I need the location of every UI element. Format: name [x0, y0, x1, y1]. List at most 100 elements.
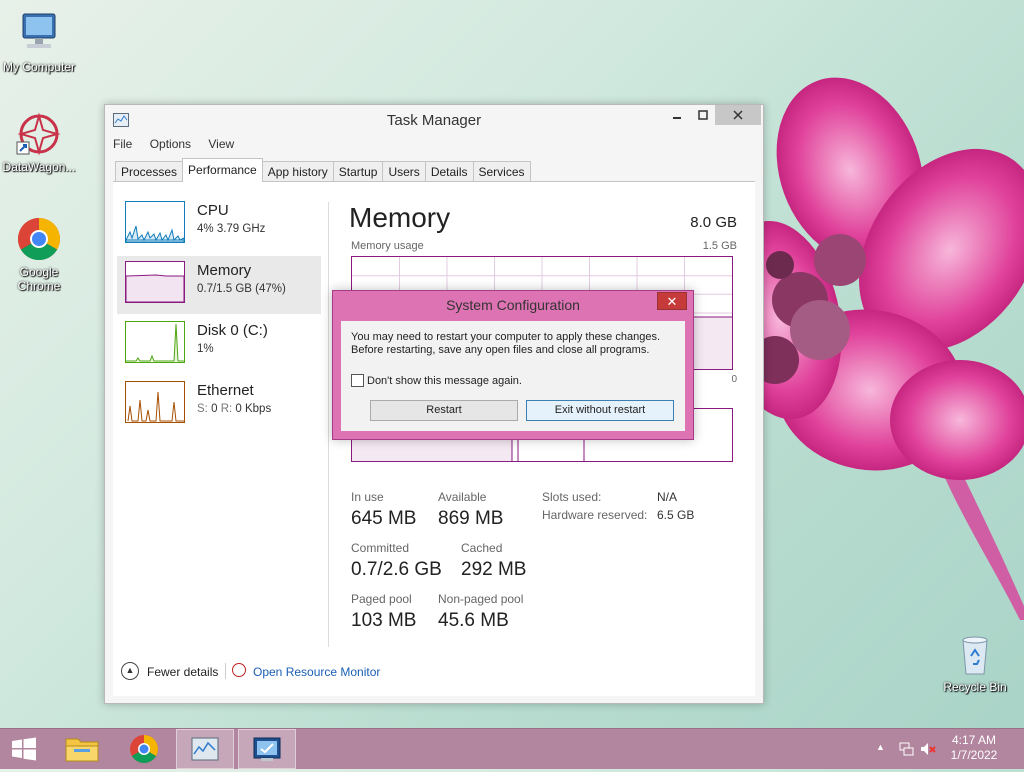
taskbar-task-manager[interactable] — [176, 729, 234, 769]
perf-name: Memory — [197, 262, 252, 279]
perf-item-disk[interactable]: Disk 0 (C:) 1% — [117, 316, 321, 374]
desktop-icon-my-computer[interactable]: My Computer — [0, 10, 78, 74]
menu-file[interactable]: File — [113, 137, 132, 151]
perf-name: Ethernet — [197, 382, 254, 399]
dont-show-again-checkbox[interactable] — [351, 374, 364, 387]
desktop-icon-label: Google Chrome — [17, 265, 61, 293]
taskbar-chrome[interactable] — [116, 729, 172, 769]
clock[interactable]: 4:17 AM 1/7/2022 — [944, 733, 1004, 763]
perf-value: 1% — [197, 343, 214, 355]
panel-divider[interactable] — [328, 202, 329, 647]
start-button[interactable] — [0, 729, 48, 769]
fewer-details-link[interactable]: Fewer details — [147, 665, 218, 679]
taskbar: ▲ 4:17 AM 1/7/2022 — [0, 728, 1024, 769]
footer-separator — [225, 663, 226, 679]
volume-muted-icon[interactable] — [920, 741, 936, 757]
cached-value: 292 MB — [461, 559, 527, 580]
open-resource-monitor-link[interactable]: Open Resource Monitor — [253, 665, 380, 679]
tab-performance[interactable]: Performance — [182, 158, 263, 182]
recycle-bin-icon — [951, 630, 999, 678]
tab-services[interactable]: Services — [472, 161, 531, 182]
tab-details[interactable]: Details — [424, 161, 474, 182]
ethernet-receive-prefix: R: — [220, 403, 233, 415]
hw-reserved-label: Hardware reserved: — [542, 508, 648, 522]
slots-used-value: N/A — [657, 490, 678, 504]
cached-label: Cached — [461, 541, 503, 555]
datawagon-icon — [15, 110, 63, 158]
available-label: Available — [438, 490, 487, 504]
clock-time: 4:17 AM — [951, 733, 997, 747]
dialog-close-button[interactable]: ✕ — [657, 292, 687, 310]
exit-without-restart-button[interactable]: Exit without restart — [526, 400, 674, 421]
system-configuration-dialog: System Configuration ✕ You may need to r… — [332, 290, 694, 440]
perf-item-memory[interactable]: Memory 0.7/1.5 GB (47%) — [117, 256, 321, 314]
perf-name: Disk 0 (C:) — [197, 322, 268, 339]
folder-icon — [65, 738, 99, 762]
paged-pool-value: 103 MB — [351, 610, 417, 631]
non-paged-pool-value: 45.6 MB — [438, 610, 509, 631]
memory-usage-label: Memory usage — [351, 240, 424, 252]
tab-processes[interactable]: Processes — [115, 161, 184, 182]
taskbar-system-configuration[interactable] — [238, 729, 296, 769]
in-use-label: In use — [351, 490, 384, 504]
system-tray: ▲ — [870, 729, 940, 769]
perf-value: 0.7/1.5 GB (47%) — [197, 283, 286, 295]
chrome-icon — [15, 215, 63, 263]
ethernet-send-prefix: S: — [197, 403, 208, 415]
menu-bar: File Options View — [113, 137, 248, 155]
memory-usage-max: 1.5 GB — [702, 240, 737, 252]
show-hidden-icons-icon[interactable]: ▲ — [876, 742, 885, 752]
desktop-icon-label: DataWagon... — [2, 160, 76, 174]
desktop-icon-recycle-bin[interactable]: Recycle Bin — [936, 630, 1014, 694]
paged-pool-label: Paged pool — [351, 592, 412, 606]
menu-view[interactable]: View — [208, 137, 234, 151]
ethernet-mini-graph — [125, 381, 185, 423]
tab-startup[interactable]: Startup — [332, 161, 384, 182]
tab-bar: Processes Performance App history Startu… — [115, 158, 531, 182]
task-manager-footer: ▲ Fewer details Open Resource Monitor — [113, 659, 513, 683]
memory-graph-min: 0 — [731, 374, 737, 385]
chevron-up-icon[interactable]: ▲ — [121, 662, 139, 680]
committed-label: Committed — [351, 541, 410, 555]
dialog-message: You may need to restart your computer to… — [351, 331, 660, 356]
in-use-value: 645 MB — [351, 508, 417, 529]
menu-options[interactable]: Options — [150, 137, 191, 151]
perf-item-cpu[interactable]: CPU 4% 3.79 GHz — [117, 196, 321, 254]
resource-monitor-icon — [232, 663, 246, 677]
dialog-title: System Configuration — [446, 297, 580, 313]
committed-value: 0.7/2.6 GB — [351, 559, 442, 580]
perf-value: S: 0 R: 0 Kbps — [197, 403, 271, 415]
non-paged-pool-label: Non-paged pool — [438, 592, 524, 606]
dont-show-again-label[interactable]: Don't show this message again. — [367, 375, 522, 387]
perf-value: 4% 3.79 GHz — [197, 223, 266, 235]
perf-item-ethernet[interactable]: Ethernet S: 0 R: 0 Kbps — [117, 376, 321, 434]
cpu-mini-graph — [125, 201, 185, 243]
title-bar[interactable]: Task Manager — [105, 105, 763, 135]
memory-mini-graph — [125, 261, 185, 303]
tab-users[interactable]: Users — [382, 161, 426, 182]
network-icon[interactable] — [898, 741, 914, 757]
memory-heading: Memory — [349, 202, 451, 233]
ethernet-send-value: 0 — [211, 403, 218, 415]
computer-icon — [15, 10, 63, 58]
minimize-button[interactable] — [663, 105, 691, 125]
available-value: 869 MB — [438, 508, 504, 529]
perf-name: CPU — [197, 202, 229, 219]
maximize-button[interactable] — [689, 105, 717, 125]
task-manager-icon — [191, 737, 219, 761]
tab-app-history[interactable]: App history — [261, 161, 334, 182]
clock-date: 1/7/2022 — [950, 748, 998, 762]
ethernet-receive-value: 0 Kbps — [235, 403, 272, 415]
dialog-content: You may need to restart your computer to… — [341, 321, 685, 431]
restart-button[interactable]: Restart — [370, 400, 518, 421]
taskbar-file-explorer[interactable] — [54, 729, 110, 769]
desktop-icon-chrome[interactable]: Google Chrome — [0, 215, 78, 293]
desktop-icon-label: Recycle Bin — [943, 680, 1007, 694]
windows-logo-icon — [12, 737, 36, 761]
disk-mini-graph — [125, 321, 185, 363]
system-configuration-icon — [253, 737, 281, 761]
chrome-icon — [130, 735, 158, 763]
desktop-icon-datawagon[interactable]: DataWagon... — [0, 110, 78, 174]
slots-used-label: Slots used: — [542, 490, 602, 504]
close-button[interactable] — [715, 105, 761, 125]
